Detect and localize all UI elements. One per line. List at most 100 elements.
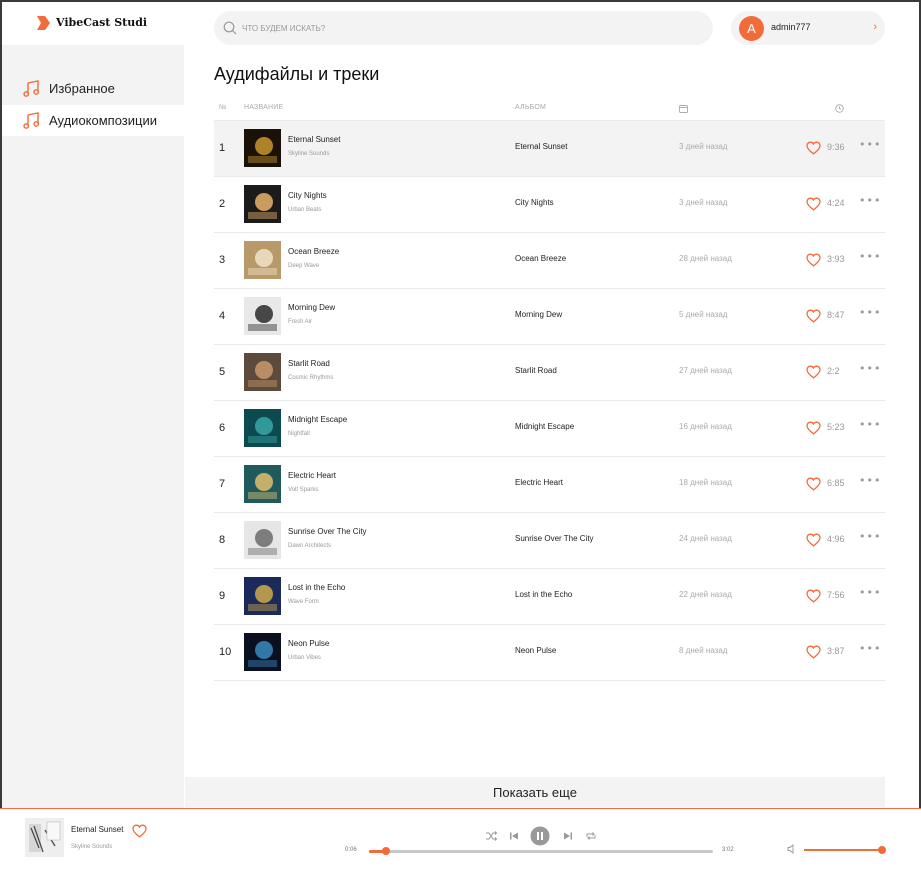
track-album[interactable]: Sunrise Over The City bbox=[515, 534, 594, 543]
more-options-icon[interactable]: ••• bbox=[859, 250, 881, 263]
track-cover[interactable] bbox=[244, 577, 281, 615]
heart-icon[interactable] bbox=[806, 197, 821, 211]
track-duration: 2:2 bbox=[827, 366, 840, 376]
track-artist[interactable]: Fresh Air bbox=[288, 319, 312, 325]
heart-icon[interactable] bbox=[806, 365, 821, 379]
more-options-icon[interactable]: ••• bbox=[859, 194, 881, 207]
track-cover[interactable] bbox=[244, 185, 281, 223]
track-album[interactable]: Midnight Escape bbox=[515, 422, 574, 431]
track-cover[interactable] bbox=[244, 465, 281, 503]
more-options-icon[interactable]: ••• bbox=[859, 586, 881, 599]
track-artist[interactable]: Urban Beats bbox=[288, 207, 321, 213]
clock-icon[interactable] bbox=[835, 104, 844, 113]
track-album[interactable]: Neon Pulse bbox=[515, 646, 556, 655]
heart-icon[interactable] bbox=[806, 253, 821, 267]
track-title[interactable]: Starlit Road bbox=[288, 359, 330, 368]
table-row[interactable]: 6 Midnight Escape Nightfall Midnight Escape… bbox=[214, 400, 885, 456]
next-track-icon[interactable] bbox=[561, 829, 575, 843]
track-album[interactable]: Electric Heart bbox=[515, 478, 563, 487]
total-time: 3:02 bbox=[722, 847, 734, 853]
track-artist[interactable]: Nightfall bbox=[288, 431, 310, 437]
more-options-icon[interactable]: ••• bbox=[859, 418, 881, 431]
heart-icon[interactable] bbox=[806, 421, 821, 435]
heart-icon[interactable] bbox=[806, 533, 821, 547]
track-cover[interactable] bbox=[244, 409, 281, 447]
table-row[interactable]: 3 Ocean Breeze Deep Wave Ocean Breeze 28 дне… bbox=[214, 232, 885, 288]
track-title[interactable]: Lost in the Echo bbox=[288, 583, 345, 592]
previous-track-icon[interactable] bbox=[507, 829, 521, 843]
track-artist[interactable]: Skyline Sounds bbox=[288, 151, 329, 157]
table-row[interactable]: 10 Neon Pulse Urban Vibes Neon Pulse 8 дней … bbox=[214, 624, 885, 681]
more-options-icon[interactable]: ••• bbox=[859, 642, 881, 655]
table-row[interactable]: 7 Electric Heart Volt Sparks Electric Heart… bbox=[214, 456, 885, 512]
track-cover[interactable] bbox=[244, 241, 281, 279]
volume-handle[interactable] bbox=[878, 846, 886, 854]
track-cover[interactable] bbox=[244, 633, 281, 671]
more-options-icon[interactable]: ••• bbox=[859, 138, 881, 151]
progress-bar[interactable] bbox=[369, 847, 713, 855]
heart-icon[interactable] bbox=[806, 589, 821, 603]
track-cover[interactable] bbox=[244, 353, 281, 391]
more-options-icon[interactable]: ••• bbox=[859, 474, 881, 487]
music-note-icon bbox=[23, 80, 40, 97]
track-album[interactable]: Lost in the Echo bbox=[515, 590, 572, 599]
track-cover[interactable] bbox=[244, 521, 281, 559]
search-icon bbox=[223, 21, 237, 35]
pause-button[interactable] bbox=[530, 826, 550, 846]
user-menu[interactable]: A admin777 › bbox=[731, 11, 885, 45]
track-album[interactable]: Starlit Road bbox=[515, 366, 557, 375]
music-note-icon bbox=[23, 112, 40, 129]
track-title[interactable]: Electric Heart bbox=[288, 471, 336, 480]
more-options-icon[interactable]: ••• bbox=[859, 530, 881, 543]
table-row[interactable]: 5 Starlit Road Cosmic Rhythms Starlit Road 2… bbox=[214, 344, 885, 400]
progress-handle[interactable] bbox=[382, 847, 391, 855]
table-row[interactable]: 9 Lost in the Echo Wave Form Lost in the Ec… bbox=[214, 568, 885, 624]
track-title[interactable]: Neon Pulse bbox=[288, 639, 329, 648]
track-cover[interactable] bbox=[244, 129, 281, 167]
heart-icon[interactable] bbox=[806, 645, 821, 659]
sidebar-item-audio-compositions[interactable]: Аудиокомпозиции bbox=[2, 105, 184, 136]
brand-logo[interactable]: VibeCast Studi bbox=[2, 2, 184, 45]
heart-icon[interactable] bbox=[806, 141, 821, 155]
sidebar-item-favorites[interactable]: Избранное bbox=[2, 73, 184, 104]
player-bar: Eternal Sunset Skyline Sounds 0:06 3:02 bbox=[0, 808, 921, 873]
volume-slider[interactable] bbox=[804, 846, 886, 854]
heart-icon[interactable] bbox=[806, 309, 821, 323]
more-options-icon[interactable]: ••• bbox=[859, 306, 881, 319]
track-title[interactable]: Sunrise Over The City bbox=[288, 527, 367, 536]
track-artist[interactable]: Urban Vibes bbox=[288, 655, 321, 661]
track-artist[interactable]: Volt Sparks bbox=[288, 487, 318, 493]
track-duration: 6:85 bbox=[827, 478, 845, 488]
track-album[interactable]: Eternal Sunset bbox=[515, 142, 567, 151]
track-cover[interactable] bbox=[244, 297, 281, 335]
calendar-icon[interactable] bbox=[679, 104, 688, 113]
track-artist[interactable]: Deep Wave bbox=[288, 263, 319, 269]
table-row[interactable]: 1 Eternal Sunset Skyline Sounds Eternal Sun… bbox=[214, 120, 885, 176]
table-row[interactable]: 2 City Nights Urban Beats City Nights 3 дней… bbox=[214, 176, 885, 232]
heart-icon[interactable] bbox=[132, 824, 147, 838]
track-album[interactable]: Ocean Breeze bbox=[515, 254, 566, 263]
search-bar[interactable] bbox=[214, 11, 713, 45]
track-title[interactable]: Ocean Breeze bbox=[288, 247, 339, 256]
heart-icon[interactable] bbox=[806, 477, 821, 491]
track-title[interactable]: Midnight Escape bbox=[288, 415, 347, 424]
shuffle-icon[interactable] bbox=[484, 829, 498, 843]
track-album[interactable]: Morning Dew bbox=[515, 310, 562, 319]
track-album[interactable]: City Nights bbox=[515, 198, 554, 207]
search-input[interactable] bbox=[242, 19, 692, 37]
track-artist[interactable]: Wave Form bbox=[288, 599, 319, 605]
volume-icon[interactable] bbox=[787, 844, 797, 854]
show-more-button[interactable]: Показать еще bbox=[185, 777, 885, 807]
track-title[interactable]: City Nights bbox=[288, 191, 327, 200]
track-title[interactable]: Morning Dew bbox=[288, 303, 335, 312]
table-row[interactable]: 4 Morning Dew Fresh Air Morning Dew 5 дней н… bbox=[214, 288, 885, 344]
column-header-name[interactable]: НАЗВАНИЕ bbox=[244, 104, 283, 111]
track-title[interactable]: Eternal Sunset bbox=[288, 135, 340, 144]
track-artist[interactable]: Cosmic Rhythms bbox=[288, 375, 333, 381]
now-playing-cover[interactable] bbox=[25, 818, 64, 857]
more-options-icon[interactable]: ••• bbox=[859, 362, 881, 375]
repeat-icon[interactable] bbox=[584, 829, 598, 843]
column-header-album[interactable]: АЛЬБОМ bbox=[515, 104, 546, 111]
table-row[interactable]: 8 Sunrise Over The City Dawn Architects Sun… bbox=[214, 512, 885, 568]
track-artist[interactable]: Dawn Architects bbox=[288, 543, 331, 549]
